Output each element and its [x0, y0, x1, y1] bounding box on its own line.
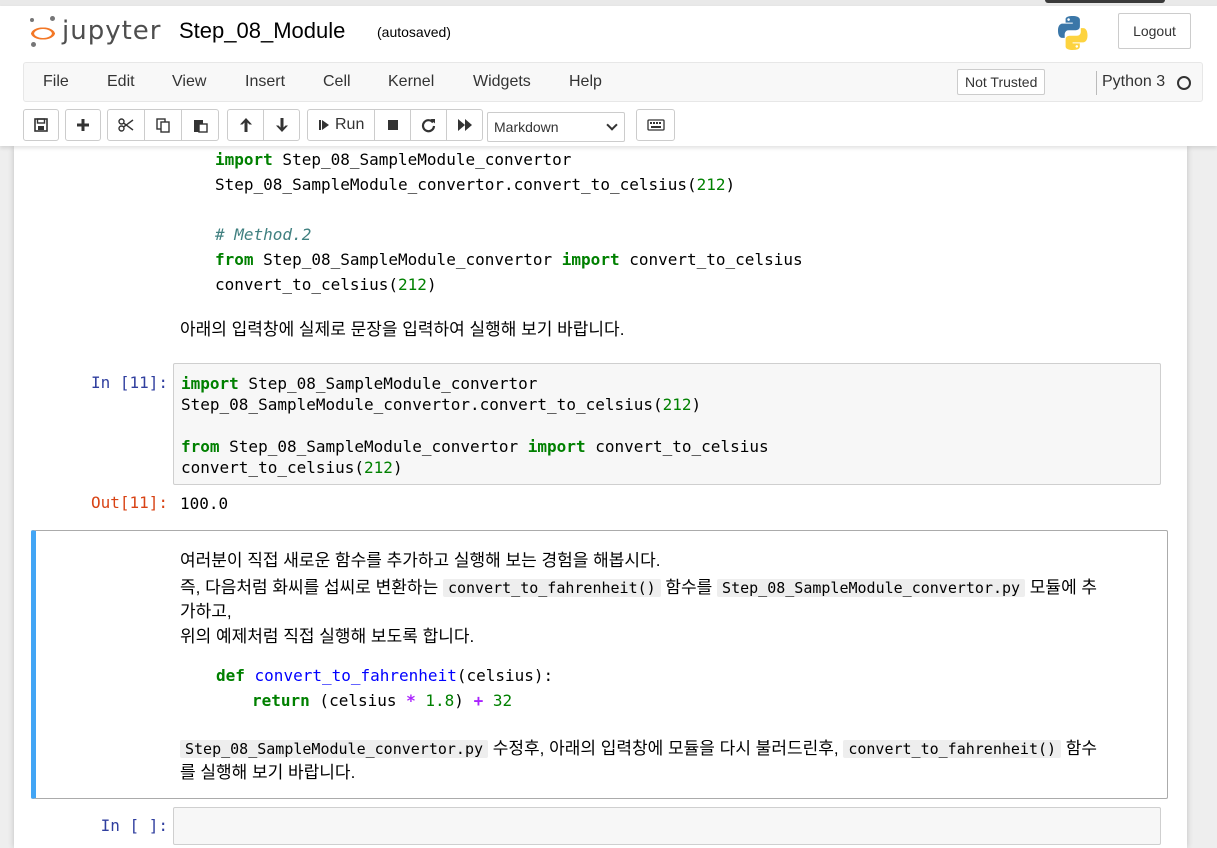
cut-icon: [118, 118, 134, 132]
restart-kernel-button[interactable]: [410, 109, 447, 141]
md-paragraph-4: Step_08_SampleModule_convertor.py 수정후, 아…: [180, 734, 1097, 759]
menu-help[interactable]: Help: [569, 73, 602, 91]
md-code-def: def convert_to_fahrenheit(celsius):: [216, 666, 554, 685]
run-button[interactable]: Run: [307, 109, 375, 141]
menu-edit[interactable]: Edit: [107, 73, 135, 91]
kernel-name[interactable]: Python 3: [1102, 73, 1165, 91]
copy-button[interactable]: [144, 109, 182, 141]
inline-code: convert_to_fahrenheit(): [843, 740, 1062, 758]
save-button[interactable]: [23, 109, 59, 141]
empty-code-cell-editor[interactable]: [173, 807, 1161, 845]
selected-markdown-cell[interactable]: 여러분이 직접 새로운 함수를 추가하고 실행해 보는 경험을 해봅시다. 즉,…: [31, 530, 1168, 799]
code-line: from Step_08_SampleModule_convertor impo…: [181, 437, 769, 456]
inline-code: convert_to_fahrenheit(): [442, 579, 661, 597]
chevron-down-icon: [606, 119, 618, 131]
menu-insert[interactable]: Insert: [245, 73, 285, 91]
logo-text: jupyter: [62, 16, 162, 46]
cell-output-11: 100.0: [180, 494, 229, 513]
inline-code: Step_08_SampleModule_convertor.py: [180, 740, 489, 758]
trust-status-button[interactable]: Not Trusted: [957, 69, 1046, 95]
md-paragraph-2: 즉, 다음처럼 화씨를 섭씨로 변환하는 convert_to_fahrenhe…: [180, 578, 1098, 597]
md-paragraph-4-cont: 를 실행해 보기 바랍니다.: [180, 763, 356, 782]
menu-kernel[interactable]: Kernel: [388, 73, 434, 91]
command-palette-button[interactable]: [636, 109, 675, 141]
input-prompt-empty: In [ ]:: [100, 816, 168, 835]
interrupt-button[interactable]: [374, 109, 411, 141]
md-paragraph-2-cont: 가하고,: [180, 602, 232, 621]
arrow-down-icon: [275, 118, 288, 132]
menu-cell[interactable]: Cell: [323, 73, 351, 91]
keyboard-icon: [646, 119, 665, 131]
notebook-title[interactable]: Step_08_Module: [179, 18, 345, 44]
move-down-button[interactable]: [263, 109, 300, 141]
md-paragraph-1: 여러분이 직접 새로운 함수를 추가하고 실행해 보는 경험을 해봅시다.: [180, 551, 661, 570]
md-code-line-2: Step_08_SampleModule_convertor.convert_t…: [215, 175, 736, 194]
md-paragraph-3: 위의 예제처럼 직접 실행해 보도록 합니다.: [180, 627, 475, 646]
arrow-up-icon: [239, 118, 252, 132]
browser-tab-hint: [1045, 0, 1165, 3]
restart-icon: [421, 118, 436, 132]
md-code-line-5: convert_to_celsius(212): [215, 275, 437, 294]
stop-icon: [387, 120, 398, 130]
code-cell-11-source[interactable]: import Step_08_SampleModule_convertor Ste…: [181, 373, 769, 478]
copy-icon: [155, 117, 170, 133]
menu-view[interactable]: View: [172, 73, 206, 91]
md-paragraph-instruction: 아래의 입력창에 실제로 문장을 입력하여 실행해 보기 바랍니다.: [180, 320, 625, 339]
md-code-comment: # Method.2: [215, 225, 312, 244]
jupyter-logo-icon: [28, 14, 58, 48]
cut-button[interactable]: [107, 109, 145, 141]
inline-code: Step_08_SampleModule_convertor.py: [717, 579, 1026, 597]
md-code-return: return (celsius * 1.8) + 32: [252, 691, 513, 710]
menu-bar: File Edit View Insert Cell Kernel Widget…: [23, 62, 1203, 102]
code-line: import Step_08_SampleModule_convertor: [181, 374, 538, 393]
fast-forward-icon: [457, 119, 472, 131]
save-icon: [34, 118, 48, 132]
insert-cell-button[interactable]: [65, 109, 101, 141]
code-line: convert_to_celsius(212): [181, 458, 403, 477]
autosave-status: (autosaved): [377, 24, 451, 40]
menu-widgets[interactable]: Widgets: [473, 73, 531, 91]
cell-type-value: Markdown: [494, 119, 559, 135]
run-button-label: Run: [335, 116, 365, 133]
menu-file[interactable]: File: [43, 73, 69, 91]
code-cell-11-editor[interactable]: import Step_08_SampleModule_convertor Ste…: [173, 363, 1161, 485]
kernel-divider: [1096, 71, 1097, 95]
cell-type-select[interactable]: Markdown: [487, 112, 625, 142]
restart-run-all-button[interactable]: [446, 109, 483, 141]
jupyter-logo[interactable]: jupyter: [28, 14, 161, 48]
notebook-header: jupyter Step_08_Module (autosaved) Logou…: [0, 6, 1217, 146]
plus-icon: [77, 119, 89, 131]
kernel-idle-icon: [1177, 76, 1191, 90]
step-forward-icon: [319, 120, 329, 130]
md-code-line-1: import Step_08_SampleModule_convertor: [215, 150, 572, 169]
logout-button[interactable]: Logout: [1118, 13, 1191, 49]
code-line: Step_08_SampleModule_convertor.convert_t…: [181, 395, 702, 414]
python-logo-icon: [1058, 16, 1088, 50]
input-prompt-11: In [11]:: [90, 373, 168, 392]
output-prompt-11: Out[11]:: [90, 493, 168, 512]
paste-button[interactable]: [181, 109, 219, 141]
notebook-container: import Step_08_SampleModule_convertor St…: [14, 146, 1187, 848]
paste-icon: [193, 119, 208, 133]
md-code-line-4: from Step_08_SampleModule_convertor impo…: [215, 250, 803, 269]
toolbar: Run Markdown: [0, 109, 1217, 142]
move-up-button[interactable]: [227, 109, 264, 141]
